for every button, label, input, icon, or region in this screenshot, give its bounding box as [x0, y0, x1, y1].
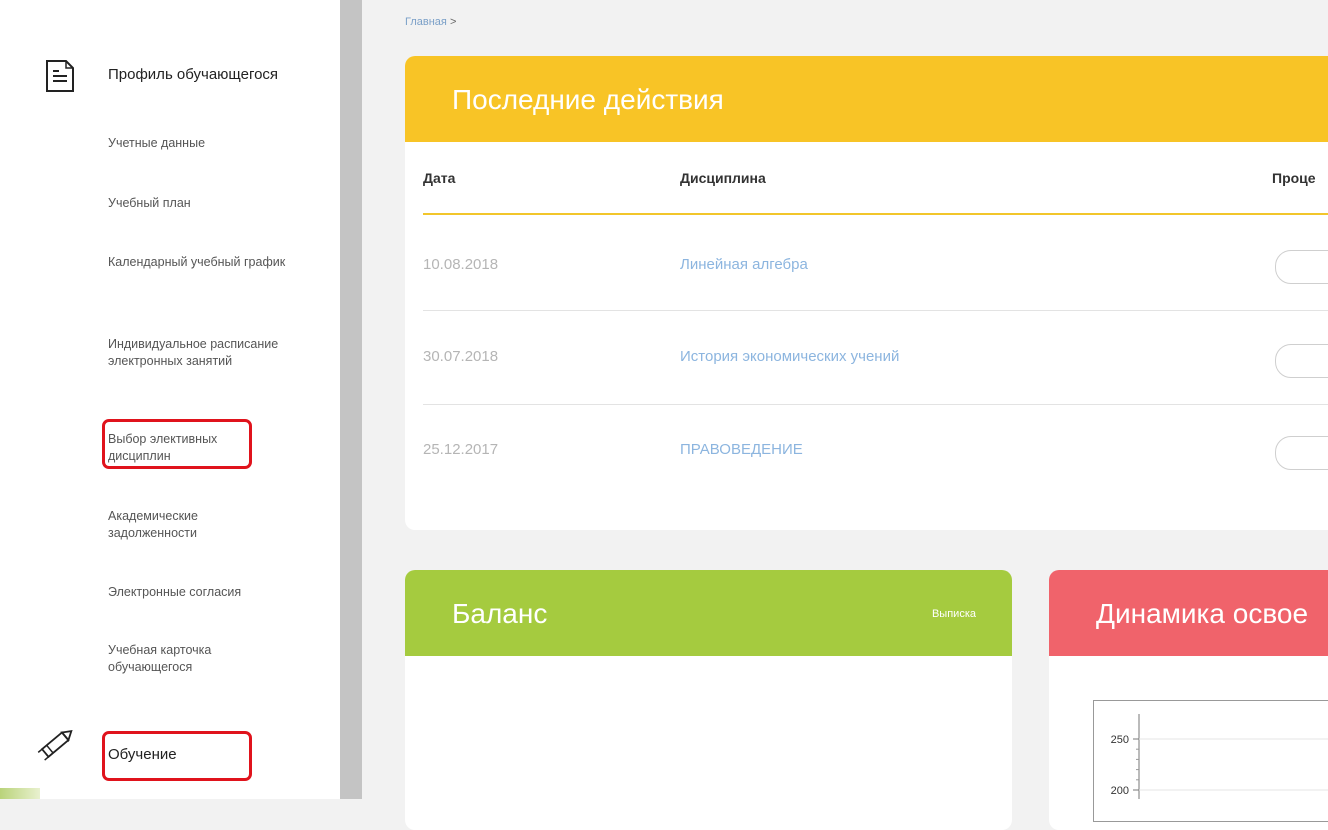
recent-actions-header: Последние действия [405, 56, 1328, 142]
sidebar-divider [340, 0, 362, 799]
column-header-date: Дата [423, 170, 456, 186]
sidebar-item-credentials[interactable]: Учетные данные [108, 135, 318, 152]
sidebar [0, 0, 340, 799]
highlight-electives [102, 419, 252, 469]
row-1-progress-pill [1275, 250, 1328, 284]
recent-actions-title: Последние действия [452, 84, 724, 115]
row-2-progress-pill [1275, 344, 1328, 378]
row-3-progress-pill [1275, 436, 1328, 470]
column-header-progress: Проце [1272, 170, 1316, 186]
sidebar-item-e-consents[interactable]: Электронные согласия [108, 584, 318, 601]
dynamics-header: Динамика освое [1049, 570, 1328, 656]
row-divider [423, 310, 1328, 311]
pencil-icon [37, 730, 73, 761]
profile-section-title[interactable]: Профиль обучающегося [108, 66, 278, 83]
statement-link[interactable]: Выписка [932, 608, 976, 620]
breadcrumb: Главная > [405, 16, 456, 28]
balance-card: Баланс Выписка [405, 570, 1012, 830]
sidebar-item-curriculum[interactable]: Учебный план [108, 195, 318, 212]
row-2-discipline-link[interactable]: История экономических учений [680, 348, 899, 365]
table-header-divider [423, 213, 1328, 215]
column-header-discipline: Дисциплина [680, 170, 766, 186]
document-list-icon [46, 60, 74, 92]
sidebar-item-academic-calendar[interactable]: Календарный учебный график [108, 254, 288, 271]
sidebar-item-individual-schedule[interactable]: Индивидуальное расписание электронных за… [108, 336, 313, 370]
row-1-date: 10.08.2018 [423, 256, 499, 273]
sidebar-item-student-card[interactable]: Учебная карточка обучающегося [108, 642, 258, 676]
recent-actions-card: Последние действия [405, 56, 1328, 530]
balance-header: Баланс Выписка [405, 570, 1012, 656]
row-2-date: 30.07.2018 [423, 348, 499, 365]
balance-title: Баланс [452, 598, 548, 629]
highlight-study [102, 731, 252, 781]
breadcrumb-separator: > [449, 16, 457, 28]
y-tick-label: 250 [1111, 734, 1129, 746]
breadcrumb-home-link[interactable]: Главная [405, 16, 447, 28]
row-3-discipline-link[interactable]: ПРАВОВЕДЕНИЕ [680, 441, 803, 458]
dynamics-chart: 250 200 [1111, 714, 1328, 799]
row-1-discipline-link[interactable]: Линейная алгебра [680, 256, 808, 273]
corner-accent [0, 788, 40, 799]
y-tick-label: 200 [1111, 785, 1129, 797]
row-3-date: 25.12.2017 [423, 441, 499, 458]
dynamics-title: Динамика освое [1096, 598, 1309, 629]
row-divider [423, 404, 1328, 405]
sidebar-item-academic-debts[interactable]: Академические задолженности [108, 508, 258, 542]
